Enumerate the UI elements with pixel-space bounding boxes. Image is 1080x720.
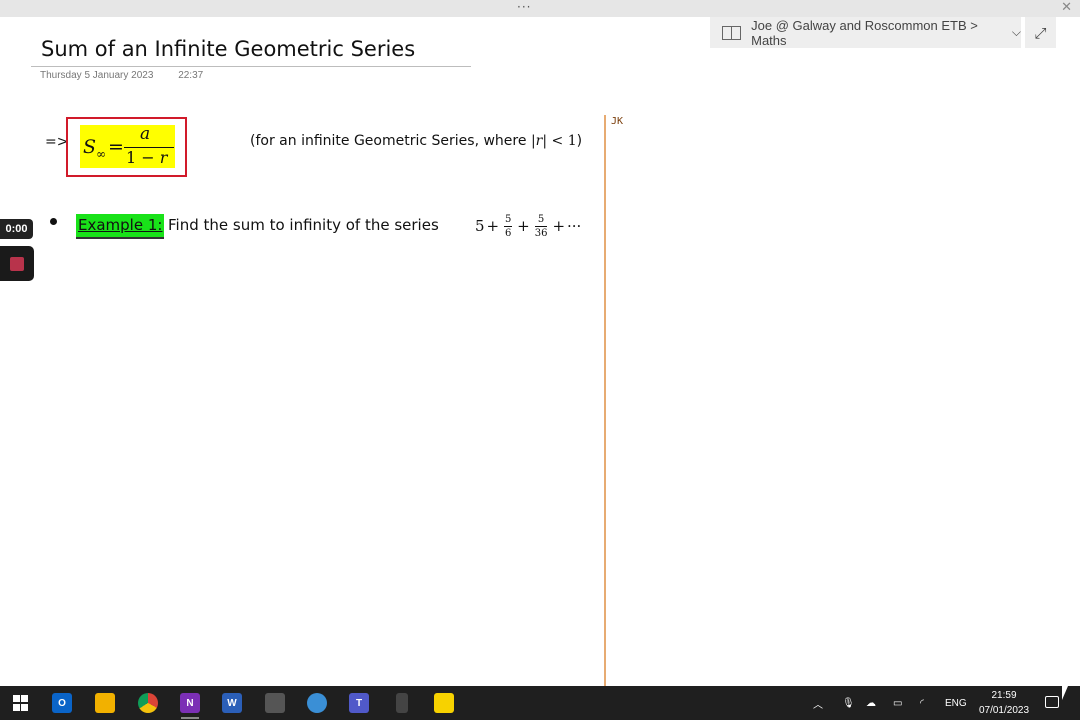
example-series[interactable]: 5 + 56 + 5 36 + ··· xyxy=(475,210,581,242)
page-time: 22:37 xyxy=(178,70,204,81)
wifi-icon[interactable]: ◜ xyxy=(920,686,924,720)
onedrive-icon[interactable]: ☁ xyxy=(866,686,876,720)
battery-icon[interactable]: ▭ xyxy=(893,686,902,720)
plus-sign: + xyxy=(517,217,530,235)
screen-recorder-icon[interactable] xyxy=(307,693,327,713)
chrome-icon[interactable] xyxy=(138,693,158,713)
notebook-breadcrumb[interactable]: Joe @ Galway and Roscommon ETB > Maths ⌵ xyxy=(710,17,1021,48)
formula-box[interactable]: S∞ = a 1 − r xyxy=(66,117,187,177)
word-icon[interactable]: W xyxy=(222,693,242,713)
expand-icon: ⤢ xyxy=(1034,23,1047,42)
title-underline xyxy=(31,66,471,67)
formula-condition[interactable]: (for an infinite Geometric Series, where… xyxy=(250,133,582,149)
chevron-down-icon[interactable]: ⌵ xyxy=(1012,25,1021,40)
page-date: Thursday 5 January 2023 xyxy=(40,70,154,81)
clock-date: 07/01/2023 xyxy=(978,705,1030,716)
page-title[interactable]: Sum of an Infinite Geometric Series xyxy=(41,37,415,61)
example-label[interactable]: Example 1: xyxy=(76,214,165,239)
formula-numerator: a xyxy=(140,124,151,144)
onenote-icon[interactable]: N xyxy=(180,693,200,713)
formula-highlight: S∞ = a 1 − r xyxy=(80,124,175,168)
page-timestamp: Thursday 5 January 2023 22:37 xyxy=(40,70,203,81)
series-term-3: 5 36 xyxy=(534,213,548,239)
onenote-window: ··· ✕ Joe @ Galway and Roscommon ETB > M… xyxy=(0,0,1080,720)
sum-symbol: S∞ xyxy=(83,136,107,161)
example-text[interactable]: Find the sum to infinity of the series xyxy=(168,216,439,234)
close-icon[interactable]: ✕ xyxy=(1061,1,1072,15)
mouse-cursor xyxy=(1062,686,1068,700)
series-ellipsis: ··· xyxy=(567,217,582,235)
calculator-icon[interactable] xyxy=(265,693,285,713)
file-explorer-icon[interactable] xyxy=(95,693,115,713)
recording-timer: 0:00 xyxy=(0,219,33,239)
plus-sign: + xyxy=(486,217,500,235)
stop-icon xyxy=(10,256,24,271)
margin-initials: JK xyxy=(611,116,624,127)
taskbar-clock[interactable]: 21:59 07/01/2023 xyxy=(975,688,1033,718)
formula-denominator: 1 − r xyxy=(126,148,168,167)
tray-overflow-icon[interactable]: ︿ xyxy=(813,686,823,720)
series-term-1: 5 xyxy=(475,217,485,235)
window-grip-bar[interactable]: ··· ✕ xyxy=(0,0,1080,17)
breadcrumb-text: Joe @ Galway and Roscommon ETB > Maths xyxy=(751,17,978,48)
formula-equals: = xyxy=(108,136,124,158)
plus-sign: + xyxy=(552,217,566,235)
language-indicator[interactable]: ENG xyxy=(945,686,967,720)
outlook-icon[interactable]: O xyxy=(52,693,72,713)
microphone-icon[interactable]: 🎙 xyxy=(842,686,855,720)
taskbar: O N W T ︿ 🎙 ☁ ▭ ◜ ENG 21:59 07/01/2023 xyxy=(0,686,1080,720)
more-options-icon[interactable]: ··· xyxy=(517,1,531,13)
teams-icon[interactable]: T xyxy=(349,693,369,713)
stop-recording-button[interactable] xyxy=(0,246,34,281)
notebook-icon xyxy=(722,25,742,40)
sticky-notes-icon[interactable] xyxy=(434,693,454,713)
series-term-2: 56 xyxy=(504,213,513,239)
expand-button[interactable]: ⤢ xyxy=(1025,17,1056,48)
list-bullet xyxy=(50,218,57,225)
ink-divider-line xyxy=(604,115,606,686)
windows-start-icon[interactable] xyxy=(12,695,28,711)
clock-time: 21:59 xyxy=(991,690,1017,701)
onenote-active-indicator xyxy=(181,717,199,719)
implies-arrow: => xyxy=(45,134,69,150)
notifications-icon[interactable] xyxy=(1045,696,1059,708)
phone-link-icon[interactable] xyxy=(396,693,408,713)
